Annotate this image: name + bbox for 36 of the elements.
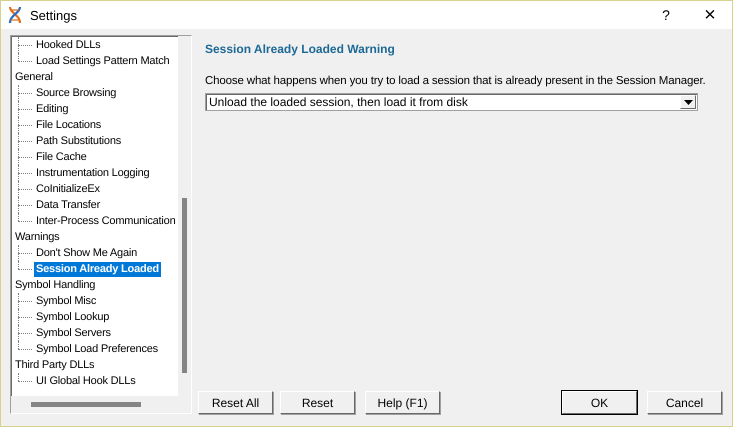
tree-item[interactable]: Inter-Process Communication <box>34 214 178 228</box>
scrollbar-thumb[interactable] <box>31 402 141 407</box>
tree-item[interactable]: Warnings <box>13 230 62 244</box>
tree-item[interactable]: Symbol Misc <box>34 294 98 308</box>
tree-item[interactable]: Instrumentation Logging <box>34 166 152 180</box>
tree-item[interactable]: Symbol Lookup <box>34 310 112 324</box>
help-button[interactable]: ? <box>644 1 688 29</box>
tree-item[interactable]: CoInitializeEx <box>34 182 102 196</box>
window-title: Settings <box>30 8 77 22</box>
tree-item[interactable]: Symbol Handling <box>13 278 98 292</box>
dialog-button[interactable]: Help (F1) <box>365 391 440 414</box>
tree-item[interactable]: Session Already Loaded <box>34 262 161 276</box>
dialog-button[interactable]: Cancel <box>647 391 722 414</box>
tree-item[interactable]: Path Substitutions <box>34 134 124 148</box>
tree-item[interactable]: Editing <box>34 102 70 116</box>
dialog-button[interactable]: Reset <box>280 391 355 414</box>
tree-item[interactable]: File Locations <box>34 118 104 132</box>
tree-item[interactable]: Don't Show Me Again <box>34 246 140 260</box>
dialog-button[interactable]: OK <box>562 391 637 414</box>
tree-item[interactable]: UI Global Hook DLLs <box>34 374 138 388</box>
behavior-dropdown[interactable]: Unload the loaded session, then load it from disk <box>205 93 698 111</box>
tree-item[interactable]: Symbol Load Preferences <box>34 342 160 356</box>
tree-item[interactable]: Load Settings Pattern Match <box>34 54 172 68</box>
dialog-button[interactable]: Reset All <box>198 391 273 414</box>
scrollbar-thumb[interactable] <box>182 198 187 373</box>
tree-item[interactable]: Source Browsing <box>34 86 118 100</box>
tree-item[interactable]: File Cache <box>34 150 89 164</box>
tree-item[interactable]: Hooked DLLs <box>34 38 102 52</box>
tree-item[interactable]: Third Party DLLs <box>13 358 96 372</box>
tree-item[interactable]: General <box>13 70 55 84</box>
close-button[interactable]: × <box>688 1 732 29</box>
section-heading: Session Already Loaded Warning <box>205 42 396 56</box>
dna-icon <box>8 6 22 24</box>
tree-item[interactable]: Symbol Servers <box>34 326 113 340</box>
tree-item[interactable]: Data Transfer <box>34 198 102 212</box>
description-text: Choose what happens when you try to load a session that is already present in the Session Manager. <box>205 75 707 87</box>
